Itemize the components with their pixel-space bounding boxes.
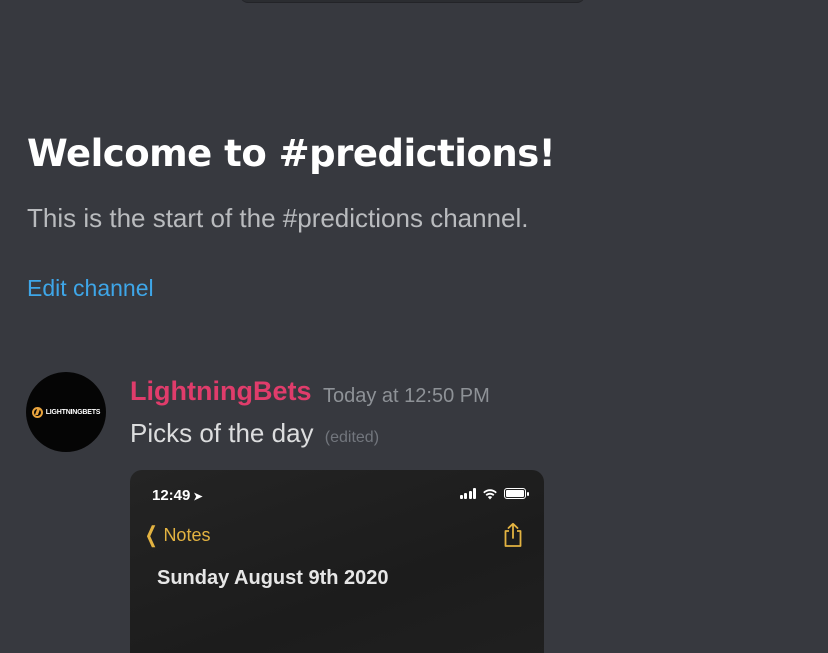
location-arrow-icon: ➤ xyxy=(193,491,203,503)
avatar[interactable]: LIGHTNINGBETS xyxy=(26,372,106,452)
battery-icon xyxy=(504,488,529,499)
message-body: Picks of the day (edited) xyxy=(130,418,379,449)
message-timestamp: Today at 12:50 PM xyxy=(323,385,490,407)
notes-back-label: Notes xyxy=(163,524,211,545)
chevron-left-icon: ❮ xyxy=(144,522,158,547)
message-text: Picks of the day xyxy=(130,418,314,448)
status-time-text: 12:49 xyxy=(152,487,191,504)
note-title: Sunday August 9th 2020 xyxy=(157,567,389,589)
signal-icon xyxy=(459,488,476,499)
share-icon[interactable] xyxy=(502,522,524,548)
avatar-logo-text: LIGHTNINGBETS xyxy=(45,408,101,416)
brand-logo: LIGHTNINGBETS xyxy=(31,406,101,418)
channel-welcome-subtitle: This is the start of the #predictions ch… xyxy=(27,203,529,233)
notes-back-button[interactable]: ❮ Notes xyxy=(142,522,211,547)
channel-welcome-title: Welcome to #predictions! xyxy=(27,132,556,175)
wifi-icon xyxy=(482,488,498,500)
status-bar-icons xyxy=(459,488,529,500)
edit-channel-link[interactable]: Edit channel xyxy=(27,275,154,302)
message-author[interactable]: LightningBets xyxy=(130,376,311,407)
status-bar-time: 12:49 ➤ xyxy=(152,487,203,504)
top-handle xyxy=(240,0,585,2)
lightning-icon xyxy=(31,406,43,418)
image-attachment[interactable]: 12:49 ➤ ❮ Notes Sunday August 9th 2020 xyxy=(130,470,544,653)
edited-label: (edited) xyxy=(324,429,380,446)
chat-view: Welcome to #predictions! This is the sta… xyxy=(0,0,828,653)
